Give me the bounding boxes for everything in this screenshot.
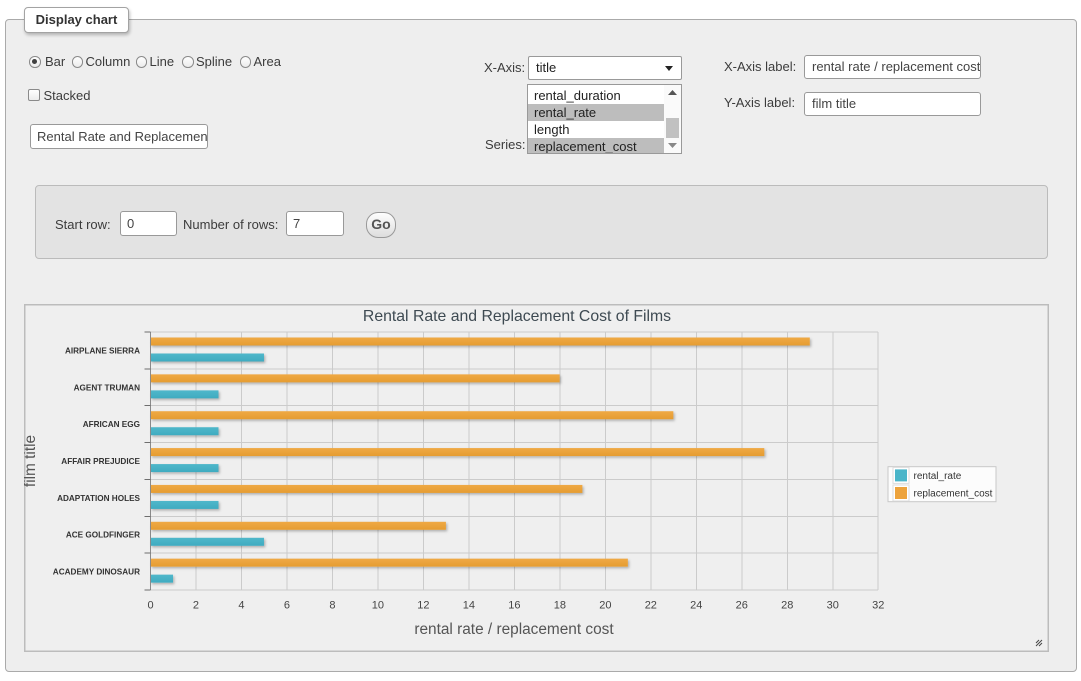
svg-text:ACADEMY DINOSAUR: ACADEMY DINOSAUR [53,568,140,577]
svg-text:12: 12 [417,600,429,612]
svg-text:16: 16 [508,600,520,612]
svg-text:22: 22 [645,600,657,612]
svg-text:20: 20 [599,600,611,612]
svg-text:0: 0 [147,600,153,612]
svg-text:rental_rate: rental_rate [914,471,962,482]
svg-text:AGENT TRUMAN: AGENT TRUMAN [74,383,140,392]
svg-text:rental rate / replacement cost: rental rate / replacement cost [414,621,614,638]
svg-text:8: 8 [329,600,335,612]
svg-text:film title: film title [24,435,39,487]
svg-text:ACE GOLDFINGER: ACE GOLDFINGER [66,531,140,540]
svg-text:14: 14 [463,600,475,612]
svg-text:2: 2 [193,600,199,612]
svg-text:26: 26 [736,600,748,612]
svg-text:ADAPTATION HOLES: ADAPTATION HOLES [57,494,140,503]
svg-text:10: 10 [372,600,384,612]
svg-text:AIRPLANE SIERRA: AIRPLANE SIERRA [65,346,140,355]
svg-text:Rental Rate and Replacement Co: Rental Rate and Replacement Cost of Film… [363,308,671,325]
svg-text:replacement_cost: replacement_cost [914,488,993,499]
svg-text:6: 6 [284,600,290,612]
svg-text:AFFAIR PREJUDICE: AFFAIR PREJUDICE [61,457,140,466]
svg-text:32: 32 [872,600,884,612]
svg-text:AFRICAN EGG: AFRICAN EGG [83,420,140,429]
svg-text:30: 30 [827,600,839,612]
svg-text:24: 24 [690,600,702,612]
svg-text:4: 4 [238,600,244,612]
svg-text:28: 28 [781,600,793,612]
svg-text:18: 18 [554,600,566,612]
